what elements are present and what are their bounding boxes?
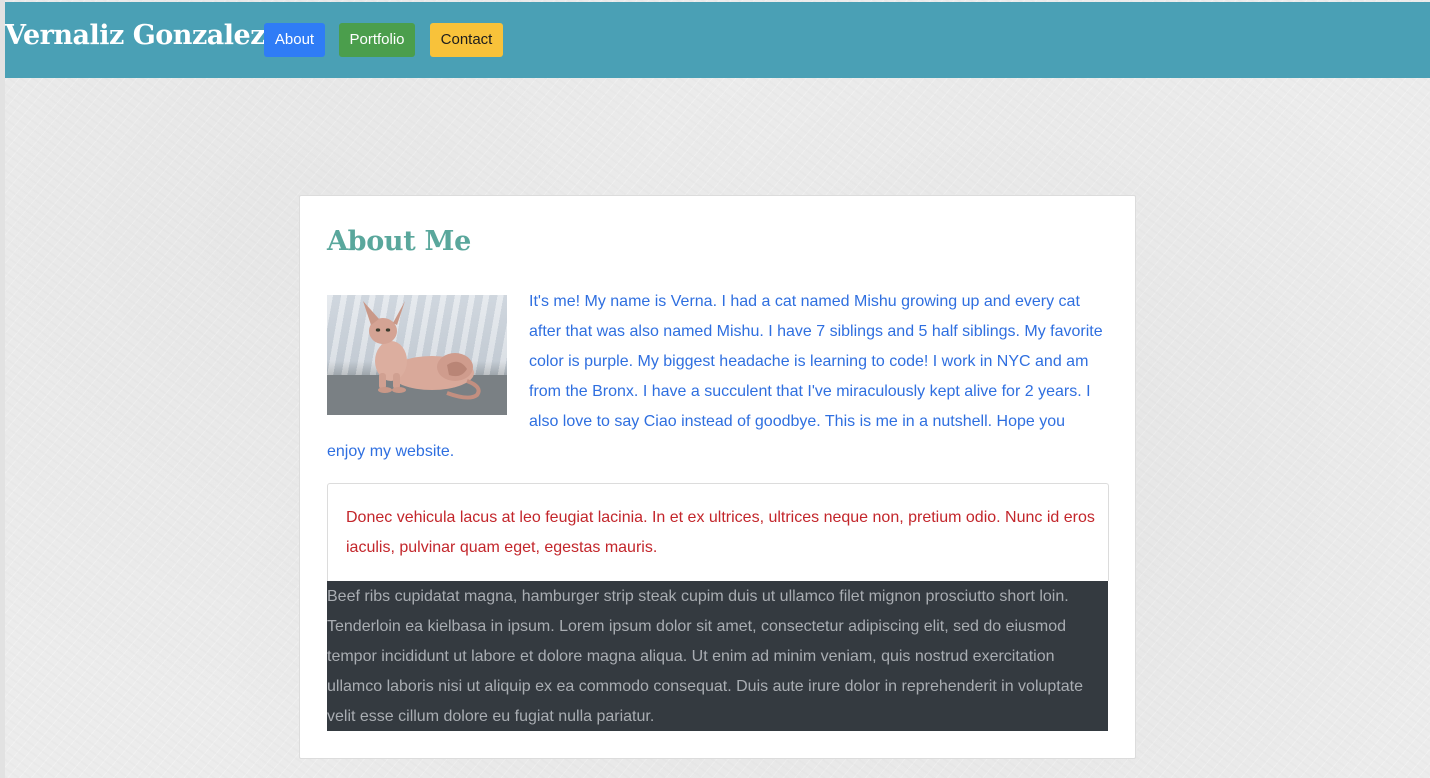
dark-text-panel: Beef ribs cupidatat magna, hamburger str…	[327, 581, 1108, 731]
brand-name[interactable]: Vernaliz Gonzalez	[5, 20, 266, 51]
navbar: Vernaliz Gonzalez About Portfolio Contac…	[5, 2, 1430, 78]
page-title: About Me	[327, 226, 472, 257]
cat-photo	[327, 295, 507, 415]
about-paragraph-container: It's me! My name is Verna. I had a cat n…	[327, 287, 1107, 467]
lorem-paragraph: Donec vehicula lacus at leo feugiat laci…	[346, 509, 1095, 556]
lorem-card: Donec vehicula lacus at leo feugiat laci…	[327, 483, 1109, 581]
contact-button[interactable]: Contact	[430, 23, 503, 57]
dark-paragraph: Beef ribs cupidatat magna, hamburger str…	[327, 588, 1083, 725]
hairless-cat-photo-icon	[327, 301, 507, 415]
portfolio-button[interactable]: Portfolio	[339, 23, 415, 57]
about-button[interactable]: About	[264, 23, 325, 57]
about-card: About Me It's me! My name is Verna. I ha…	[299, 195, 1136, 759]
